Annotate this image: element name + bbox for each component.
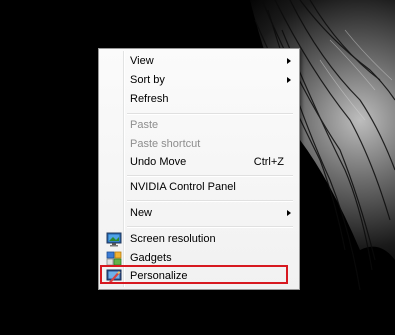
menu-separator	[127, 226, 293, 228]
menu-item-new-label: New	[130, 207, 153, 219]
desktop-context-menu: View Sort by Refresh Paste Paste shortcu…	[98, 48, 300, 290]
menu-item-gadgets-label: Gadgets	[130, 252, 172, 264]
menu-item-view[interactable]: View	[101, 52, 297, 71]
submenu-arrow-icon	[287, 58, 291, 64]
submenu-arrow-icon	[287, 210, 291, 216]
menu-item-view-label: View	[130, 55, 154, 67]
menu-item-new[interactable]: New	[101, 204, 297, 223]
menu-item-screen-resolution-label: Screen resolution	[130, 233, 216, 245]
menu-item-sort-by[interactable]: Sort by	[101, 71, 297, 90]
menu-item-nvidia-label: NVIDIA Control Panel	[130, 181, 236, 193]
menu-item-refresh-label: Refresh	[130, 93, 169, 105]
undo-shortcut-label: Ctrl+Z	[253, 156, 284, 168]
menu-item-paste-shortcut: Paste shortcut	[101, 135, 297, 154]
menu-item-refresh[interactable]: Refresh	[101, 90, 297, 109]
menu-item-screen-resolution[interactable]: Screen resolution	[101, 230, 297, 249]
menu-separator	[127, 113, 293, 115]
menu-item-nvidia-control-panel[interactable]: NVIDIA Control Panel	[101, 178, 297, 197]
menu-item-paste: Paste	[101, 116, 297, 135]
menu-separator	[127, 175, 293, 177]
submenu-arrow-icon	[287, 77, 291, 83]
monitor-icon	[106, 232, 122, 247]
menu-separator	[127, 200, 293, 202]
menu-item-undo-move[interactable]: Undo Move Ctrl+Z	[101, 153, 297, 172]
menu-item-undo-move-label: Undo Move	[130, 156, 187, 168]
personalize-highlight-box	[100, 265, 288, 284]
menu-item-sort-by-label: Sort by	[130, 74, 165, 86]
gadgets-icon	[106, 251, 122, 266]
menu-item-paste-shortcut-label: Paste shortcut	[130, 138, 201, 150]
menu-item-paste-label: Paste	[130, 119, 159, 131]
